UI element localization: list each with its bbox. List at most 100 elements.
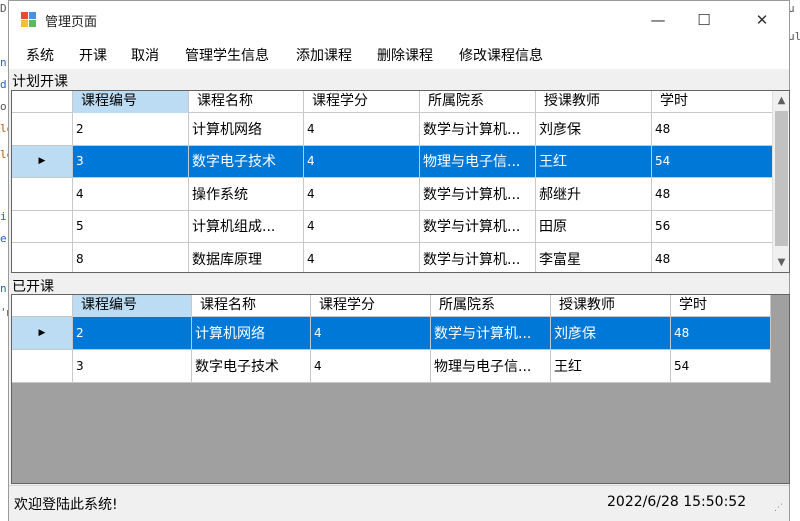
row-header[interactable] — [12, 243, 73, 272]
current-row-arrow-icon: ▶ — [38, 328, 46, 338]
table-cell[interactable]: 54 — [652, 145, 773, 177]
menu-delete-course[interactable]: 删除课程 — [377, 45, 433, 65]
grid-corner-header[interactable] — [12, 295, 73, 317]
table-cell[interactable]: 数学与计算机... — [420, 178, 536, 210]
menu-cancel[interactable]: 取消 — [131, 45, 159, 65]
row-header[interactable] — [12, 350, 73, 382]
table-cell[interactable]: 田原 — [536, 210, 652, 242]
table-cell[interactable]: 郝继升 — [536, 178, 652, 210]
scroll-up-icon[interactable]: ▲ — [773, 92, 789, 109]
table-row[interactable]: 8 数据库原理 4 数学与计算机... 李富星 48 — [12, 243, 773, 272]
table-row[interactable]: ▶ 3 数字电子技术 4 物理与电子信... 王红 54 — [12, 145, 773, 178]
table-cell[interactable]: 4 — [73, 178, 189, 210]
grid-header-row: 课程编号 课程名称 课程学分 所属院系 授课教师 学时 — [12, 91, 773, 113]
table-cell[interactable]: 4 — [304, 210, 420, 242]
table-cell[interactable]: 56 — [652, 210, 773, 242]
table-cell[interactable]: 4 — [304, 178, 420, 210]
table-cell[interactable]: 4 — [311, 317, 431, 349]
status-bar: 欢迎登陆此系统! 2022/6/28 15:50:52 ⋰ — [9, 485, 789, 521]
resize-grip-icon[interactable]: ⋰ — [774, 504, 786, 517]
row-header[interactable] — [12, 210, 73, 242]
row-header[interactable]: ▶ — [12, 145, 73, 177]
opened-courses-label: 已开课 — [12, 279, 54, 295]
menu-bar: 系统 开课 取消 管理学生信息 添加课程 删除课程 修改课程信息 — [9, 39, 789, 69]
column-header[interactable]: 所属院系 — [420, 91, 536, 113]
table-cell[interactable]: 李富星 — [536, 243, 652, 272]
minimize-button[interactable]: — — [635, 1, 681, 39]
grid-corner-header[interactable] — [12, 91, 73, 113]
app-icon — [21, 12, 37, 28]
table-cell[interactable]: 3 — [73, 350, 192, 382]
table-cell[interactable]: 王红 — [551, 350, 671, 382]
table-row[interactable]: 4 操作系统 4 数学与计算机... 郝继升 48 — [12, 178, 773, 211]
opened-courses-grid[interactable]: 课程编号 课程名称 课程学分 所属院系 授课教师 学时 ▶ 2 计算机网络 4 数学与计算机... 刘… — [11, 294, 790, 484]
column-header[interactable]: 授课教师 — [551, 295, 671, 317]
table-cell[interactable]: 8 — [73, 243, 189, 272]
table-cell[interactable]: 4 — [304, 243, 420, 272]
vertical-scrollbar[interactable]: ▲ ▼ — [772, 91, 789, 272]
table-cell[interactable]: 物理与电子信... — [431, 350, 551, 382]
table-cell[interactable]: 计算机网络 — [192, 317, 311, 349]
menu-system[interactable]: 系统 — [26, 45, 54, 65]
close-button[interactable]: ✕ — [739, 1, 785, 39]
table-row[interactable]: 5 计算机组成... 4 数学与计算机... 田原 56 — [12, 210, 773, 243]
grid-header-row: 课程编号 课程名称 课程学分 所属院系 授课教师 学时 — [12, 295, 771, 317]
table-cell[interactable]: 48 — [652, 243, 773, 272]
column-header[interactable]: 学时 — [671, 295, 771, 317]
table-cell[interactable]: 54 — [671, 350, 771, 382]
row-header[interactable] — [12, 178, 73, 210]
table-cell[interactable]: 计算机网络 — [189, 113, 304, 145]
table-cell[interactable]: 数学与计算机... — [420, 210, 536, 242]
planned-courses-grid[interactable]: 课程编号 课程名称 课程学分 所属院系 授课教师 学时 2 计算机网络 4 数学与计算机... 刘彦… — [11, 90, 790, 273]
column-header[interactable]: 课程学分 — [304, 91, 420, 113]
table-cell[interactable]: 计算机组成... — [189, 210, 304, 242]
maximize-button[interactable]: ☐ — [681, 1, 727, 39]
title-bar: 管理页面 — ☐ ✕ — [9, 1, 789, 39]
table-cell[interactable]: 4 — [304, 113, 420, 145]
table-cell[interactable]: 刘彦保 — [536, 113, 652, 145]
table-cell[interactable]: 刘彦保 — [551, 317, 671, 349]
column-header[interactable]: 课程编号 — [73, 295, 192, 317]
table-cell[interactable]: 4 — [311, 350, 431, 382]
menu-open-course[interactable]: 开课 — [79, 45, 107, 65]
column-header[interactable]: 学时 — [652, 91, 773, 113]
window-title: 管理页面 — [45, 15, 98, 30]
table-cell[interactable]: 数字电子技术 — [189, 145, 304, 177]
table-row[interactable]: 2 计算机网络 4 数学与计算机... 刘彦保 48 — [12, 113, 773, 146]
row-header[interactable]: ▶ — [12, 317, 73, 349]
table-cell[interactable]: 2 — [73, 317, 192, 349]
table-cell[interactable]: 物理与电子信... — [420, 145, 536, 177]
main-window: 管理页面 — ☐ ✕ 系统 开课 取消 管理学生信息 添加课程 删除课程 修改课… — [8, 0, 790, 521]
planned-courses-label: 计划开课 — [12, 74, 68, 90]
table-row[interactable]: ▶ 2 计算机网络 4 数学与计算机... 刘彦保 48 — [12, 317, 771, 350]
table-cell[interactable]: 数学与计算机... — [431, 317, 551, 349]
table-row[interactable]: 3 数字电子技术 4 物理与电子信... 王红 54 — [12, 350, 771, 383]
scrollbar-thumb[interactable] — [775, 111, 788, 246]
table-cell[interactable]: 48 — [652, 178, 773, 210]
table-cell[interactable]: 数学与计算机... — [420, 243, 536, 272]
column-header[interactable]: 课程学分 — [311, 295, 431, 317]
column-header[interactable]: 授课教师 — [536, 91, 652, 113]
table-cell[interactable]: 王红 — [536, 145, 652, 177]
column-header[interactable]: 所属院系 — [431, 295, 551, 317]
table-cell[interactable]: 4 — [304, 145, 420, 177]
menu-edit-course[interactable]: 修改课程信息 — [459, 45, 543, 65]
table-cell[interactable]: 5 — [73, 210, 189, 242]
column-header[interactable]: 课程名称 — [192, 295, 311, 317]
status-datetime: 2022/6/28 15:50:52 — [607, 494, 747, 510]
table-cell[interactable]: 数学与计算机... — [420, 113, 536, 145]
table-cell[interactable]: 数字电子技术 — [192, 350, 311, 382]
table-cell[interactable]: 操作系统 — [189, 178, 304, 210]
scroll-down-icon[interactable]: ▼ — [773, 254, 789, 271]
column-header[interactable]: 课程名称 — [189, 91, 304, 113]
table-cell[interactable]: 48 — [652, 113, 773, 145]
table-cell[interactable]: 2 — [73, 113, 189, 145]
table-cell[interactable]: 3 — [73, 145, 189, 177]
table-cell[interactable]: 48 — [671, 317, 771, 349]
table-cell[interactable]: 数据库原理 — [189, 243, 304, 272]
row-header[interactable] — [12, 113, 73, 145]
menu-manage-students[interactable]: 管理学生信息 — [185, 45, 269, 65]
menu-add-course[interactable]: 添加课程 — [296, 45, 352, 65]
status-welcome: 欢迎登陆此系统! — [14, 497, 118, 513]
column-header[interactable]: 课程编号 — [73, 91, 189, 113]
